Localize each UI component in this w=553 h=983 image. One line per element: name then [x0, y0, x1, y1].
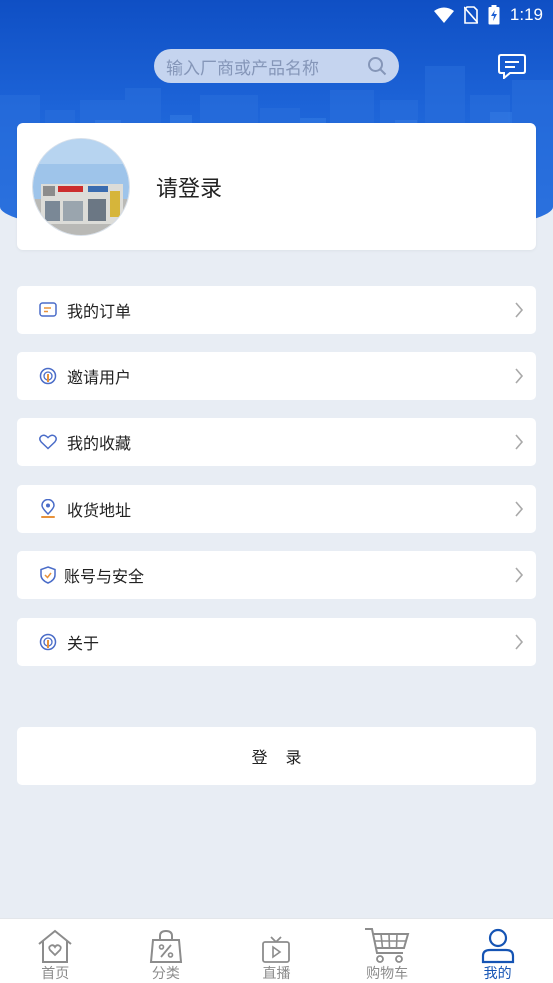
profile-screen: 1:19 输入厂商或产品名称 请登录 我的订单 邀请用户 我的收藏 收货地址 账…: [0, 0, 553, 983]
tab-label: 我的: [483, 966, 512, 982]
tab-cart[interactable]: 购物车: [332, 919, 443, 983]
tab-live[interactable]: 直播: [221, 919, 332, 983]
tab-label: 分类: [151, 966, 180, 982]
chevron-right-icon: [514, 302, 524, 318]
tv-play-icon: [261, 926, 291, 964]
menu-label: 邀请用户: [67, 368, 132, 387]
tab-label: 直播: [262, 966, 291, 982]
menu-label: 账号与安全: [64, 567, 145, 586]
tab-label: 首页: [41, 966, 70, 982]
shield-icon: [38, 565, 58, 585]
menu-label: 收货地址: [67, 501, 132, 520]
login-prompt[interactable]: 请登录: [156, 171, 222, 203]
wifi-icon: [433, 7, 454, 23]
tab-home[interactable]: 首页: [0, 919, 111, 983]
tab-mine[interactable]: 我的: [442, 919, 553, 983]
message-icon[interactable]: [498, 53, 526, 79]
bottom-navigation: 首页 分类 直播 购物车 我的: [0, 918, 553, 983]
location-pin-icon: [38, 499, 58, 519]
invite-icon: [38, 366, 58, 386]
chevron-right-icon: [514, 567, 524, 583]
search-input[interactable]: 输入厂商或产品名称: [154, 49, 399, 83]
menu-label: 我的订单: [67, 302, 132, 321]
menu-label: 我的收藏: [67, 434, 132, 453]
profile-card[interactable]: 请登录: [17, 123, 536, 250]
chevron-right-icon: [514, 501, 524, 517]
menu-item-orders[interactable]: 我的订单: [17, 286, 536, 334]
menu-item-shipping-address[interactable]: 收货地址: [17, 485, 536, 533]
about-icon: [38, 632, 58, 652]
chevron-right-icon: [514, 434, 524, 450]
tab-category[interactable]: 分类: [111, 919, 222, 983]
heart-icon: [38, 432, 58, 452]
search-icon[interactable]: [367, 56, 387, 76]
cart-icon: [364, 926, 410, 964]
chevron-right-icon: [514, 368, 524, 384]
status-bar: 1:19: [0, 0, 553, 30]
no-sim-icon: [463, 6, 478, 24]
status-time: 1:19: [509, 5, 543, 24]
tab-label: 购物车: [366, 966, 409, 982]
user-icon: [480, 926, 516, 964]
search-placeholder: 输入厂商或产品名称: [166, 58, 319, 79]
menu-item-invite-users[interactable]: 邀请用户: [17, 352, 536, 400]
shopping-bag-percent-icon: [148, 926, 184, 964]
battery-charging-icon: [488, 5, 500, 25]
home-heart-icon: [36, 926, 74, 964]
menu-item-account-security[interactable]: 账号与安全: [17, 551, 536, 599]
avatar[interactable]: [32, 137, 130, 236]
login-button[interactable]: 登录: [17, 727, 536, 785]
chevron-right-icon: [514, 634, 524, 650]
menu-item-about[interactable]: 关于: [17, 618, 536, 666]
menu-item-favorites[interactable]: 我的收藏: [17, 418, 536, 466]
order-icon: [38, 300, 58, 320]
menu-label: 关于: [67, 634, 100, 653]
